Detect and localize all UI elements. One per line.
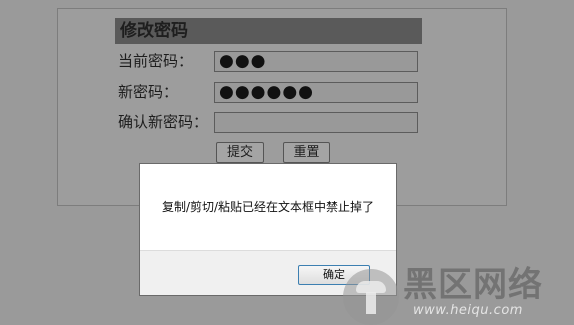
- current-password-input[interactable]: ●●●: [214, 51, 418, 72]
- submit-button[interactable]: 提交: [216, 142, 264, 163]
- watermark-url: www.heiqu.com: [413, 303, 523, 318]
- watermark-mushroom-stem-icon: [366, 292, 376, 314]
- watermark-text: 黑区网络: [403, 265, 543, 305]
- reset-button[interactable]: 重置: [283, 142, 330, 163]
- confirm-password-label: 确认新密码：: [118, 113, 209, 131]
- new-password-input[interactable]: ●●●●●●: [214, 82, 418, 103]
- form-title: 修改密码: [115, 18, 422, 44]
- alert-message: 复制/剪切/粘贴已经在文本框中禁止掉了: [161, 200, 375, 214]
- current-password-label: 当前密码：: [118, 52, 194, 70]
- confirm-password-input[interactable]: [214, 112, 418, 133]
- new-password-label: 新密码：: [118, 83, 179, 101]
